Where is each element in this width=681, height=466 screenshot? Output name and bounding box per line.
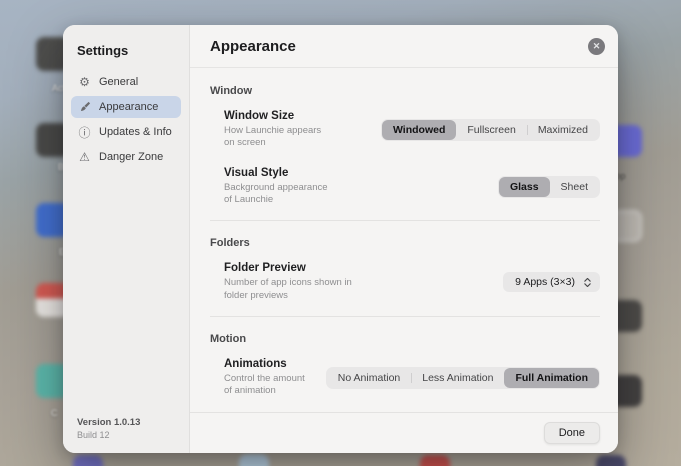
setting-description: Control the amount of animation <box>224 373 305 398</box>
setting-row-animations: Animations Control the amount of animati… <box>224 358 600 398</box>
done-button[interactable]: Done <box>544 422 600 444</box>
setting-row-window-size: Window Size How Launchie appears on scre… <box>224 110 600 150</box>
segment-windowed[interactable]: Windowed <box>382 120 456 140</box>
segment-no-animation[interactable]: No Animation <box>327 368 411 388</box>
settings-content: Window Window Size How Launchie appears … <box>190 68 618 412</box>
sidebar-item-updates-info[interactable]: ⓘ Updates & Info <box>71 121 181 143</box>
visual-style-segmented-control: Glass Sheet <box>498 176 600 198</box>
sidebar-item-danger-zone[interactable]: ⚠ Danger Zone <box>71 146 181 168</box>
setting-description: Number of app icons shown in folder prev… <box>224 277 352 302</box>
sidebar-item-appearance[interactable]: Appearance <box>71 96 181 118</box>
section-label-window: Window <box>210 85 600 97</box>
settings-dialog: Settings ⚙ General Appearance <box>63 25 618 453</box>
settings-sidebar: Settings ⚙ General Appearance <box>63 25 190 453</box>
setting-text: Folder Preview Number of app icons shown… <box>224 262 352 302</box>
sidebar-item-label: Updates & Info <box>99 126 172 138</box>
animations-segmented-control: No Animation Less Animation Full Animati… <box>326 367 600 389</box>
warning-icon: ⚠ <box>77 150 92 164</box>
section-divider <box>210 220 600 221</box>
sidebar-item-label: General <box>99 76 138 88</box>
setting-text: Animations Control the amount of animati… <box>224 358 305 398</box>
setting-title: Window Size <box>224 110 321 122</box>
setting-row-folder-preview: Folder Preview Number of app icons shown… <box>224 262 600 302</box>
section-divider <box>210 316 600 317</box>
setting-text: Visual Style Background appearance of La… <box>224 167 328 207</box>
desktop-app-icon <box>239 454 269 466</box>
setting-description: How Launchie appears on screen <box>224 125 321 150</box>
desktop-app-icon <box>73 455 103 466</box>
segment-less-animation[interactable]: Less Animation <box>411 368 504 388</box>
folder-preview-dropdown[interactable]: 9 Apps (3×3) <box>503 272 600 292</box>
close-icon: ✕ <box>593 41 601 51</box>
setting-description: Background appearance of Launchie <box>224 182 328 207</box>
sidebar-item-general[interactable]: ⚙ General <box>71 71 181 93</box>
version-number: Version 1.0.13 <box>77 417 140 428</box>
info-icon: ⓘ <box>77 124 92 141</box>
segment-maximized[interactable]: Maximized <box>527 120 599 140</box>
desktop-app-label: C <box>51 408 58 418</box>
dialog-footer: Done <box>190 412 618 453</box>
paintbrush-icon <box>77 101 92 113</box>
section-label-motion: Motion <box>210 333 600 345</box>
window-size-segmented-control: Windowed Fullscreen Maximized <box>381 119 600 141</box>
setting-text: Window Size How Launchie appears on scre… <box>224 110 321 150</box>
setting-title: Animations <box>224 358 305 370</box>
section-label-folders: Folders <box>210 237 600 249</box>
sidebar-title: Settings <box>77 43 189 58</box>
desktop-app-icon <box>420 455 450 466</box>
segment-glass[interactable]: Glass <box>499 177 550 197</box>
gear-icon: ⚙ <box>77 75 92 89</box>
sidebar-item-label: Appearance <box>99 101 158 113</box>
setting-title: Visual Style <box>224 167 328 179</box>
page-title: Appearance <box>210 38 296 55</box>
panel-header: Appearance ✕ <box>190 25 618 68</box>
build-number: Build 12 <box>77 430 140 440</box>
setting-title: Folder Preview <box>224 262 352 274</box>
segment-full-animation[interactable]: Full Animation <box>504 368 599 388</box>
desktop-app-icon <box>596 455 626 466</box>
sidebar-item-label: Danger Zone <box>99 151 163 163</box>
sidebar-nav: ⚙ General Appearance ⓘ Updates & Info <box>71 71 181 168</box>
settings-main-panel: Appearance ✕ Window Window Size How Laun… <box>190 25 618 453</box>
segment-fullscreen[interactable]: Fullscreen <box>456 120 526 140</box>
chevron-up-down-icon <box>584 278 591 287</box>
close-button[interactable]: ✕ <box>588 38 605 55</box>
version-info: Version 1.0.13 Build 12 <box>77 417 140 440</box>
setting-row-visual-style: Visual Style Background appearance of La… <box>224 167 600 207</box>
desktop-background: Acti B E C top Settings ⚙ General <box>0 0 681 466</box>
dropdown-value: 9 Apps (3×3) <box>515 276 575 288</box>
segment-sheet[interactable]: Sheet <box>550 177 599 197</box>
